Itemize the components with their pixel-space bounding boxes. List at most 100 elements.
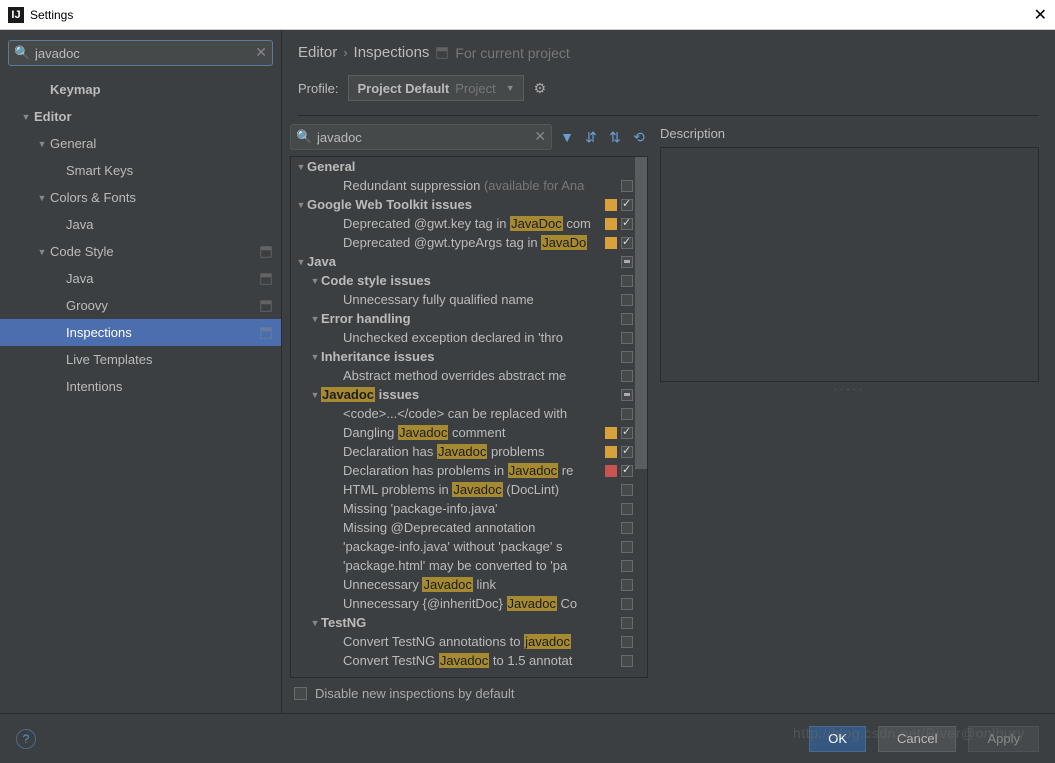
- inspection-row[interactable]: 'package.html' may be converted to 'pa: [291, 556, 647, 575]
- inspection-checkbox[interactable]: [621, 560, 633, 572]
- inspection-row[interactable]: ▼Inheritance issues: [291, 347, 647, 366]
- inspection-checkbox[interactable]: [621, 199, 633, 211]
- help-button[interactable]: ?: [16, 729, 36, 749]
- inspection-checkbox[interactable]: [621, 655, 633, 667]
- project-scope-icon: [259, 326, 273, 340]
- disable-new-label: Disable new inspections by default: [315, 686, 514, 701]
- scrollbar[interactable]: [635, 157, 647, 677]
- inspection-checkbox[interactable]: [621, 465, 633, 477]
- inspection-checkbox[interactable]: [621, 503, 633, 515]
- inspection-checkbox[interactable]: [621, 389, 633, 401]
- sidebar-item-colors-fonts[interactable]: ▼Colors & Fonts: [0, 184, 281, 211]
- description-panel: [660, 147, 1039, 382]
- sidebar-item-live-templates[interactable]: Live Templates: [0, 346, 281, 373]
- close-icon[interactable]: ✕: [1034, 5, 1047, 25]
- inspection-row[interactable]: Abstract method overrides abstract me: [291, 366, 647, 385]
- inspection-row[interactable]: Declaration has problems in Javadoc re: [291, 461, 647, 480]
- sidebar-item-editor[interactable]: ▼Editor: [0, 103, 281, 130]
- resize-grip[interactable]: ·····: [660, 382, 1039, 395]
- inspection-row[interactable]: ▼Error handling: [291, 309, 647, 328]
- inspection-checkbox[interactable]: [621, 522, 633, 534]
- inspection-checkbox[interactable]: [621, 484, 633, 496]
- sidebar-item-general[interactable]: ▼General: [0, 130, 281, 157]
- cancel-button[interactable]: Cancel: [878, 726, 956, 752]
- inspection-tree[interactable]: ▼GeneralRedundant suppression (available…: [290, 156, 648, 678]
- project-scope-icon: [259, 245, 273, 259]
- severity-indicator: [605, 446, 617, 458]
- inspection-checkbox[interactable]: [621, 579, 633, 591]
- inspection-checkbox[interactable]: [621, 408, 633, 420]
- inspection-row[interactable]: Dangling Javadoc comment: [291, 423, 647, 442]
- profile-label: Profile:: [298, 81, 338, 96]
- inspection-row[interactable]: Declaration has Javadoc problems: [291, 442, 647, 461]
- inspection-row[interactable]: Missing 'package-info.java': [291, 499, 647, 518]
- sidebar-item-keymap[interactable]: Keymap: [0, 76, 281, 103]
- inspection-checkbox[interactable]: [621, 617, 633, 629]
- clear-search-icon[interactable]: ✕: [255, 44, 267, 61]
- ok-button[interactable]: OK: [809, 726, 866, 752]
- inspection-checkbox[interactable]: [621, 351, 633, 363]
- severity-indicator: [605, 218, 617, 230]
- inspection-row[interactable]: <code>...</code> can be replaced with: [291, 404, 647, 423]
- inspection-row[interactable]: ▼Google Web Toolkit issues: [291, 195, 647, 214]
- inspection-row[interactable]: 'package-info.java' without 'package' s: [291, 537, 647, 556]
- inspection-row[interactable]: Deprecated @gwt.key tag in JavaDoc com: [291, 214, 647, 233]
- project-scope-icon: [435, 46, 449, 60]
- inspection-row[interactable]: Convert TestNG annotations to javadoc: [291, 632, 647, 651]
- chevron-down-icon: ▼: [506, 83, 515, 93]
- profile-combo[interactable]: Project Default Project ▼: [348, 75, 523, 101]
- sidebar-item-intentions[interactable]: Intentions: [0, 373, 281, 400]
- settings-sidebar: 🔍 ✕ Keymap▼Editor▼GeneralSmart Keys▼Colo…: [0, 30, 282, 713]
- sidebar-item-java[interactable]: Java: [0, 211, 281, 238]
- collapse-all-icon[interactable]: ⇅: [606, 128, 624, 146]
- inspection-row[interactable]: Unchecked exception declared in 'thro: [291, 328, 647, 347]
- inspection-checkbox[interactable]: [621, 275, 633, 287]
- inspection-checkbox[interactable]: [621, 598, 633, 610]
- settings-tree[interactable]: Keymap▼Editor▼GeneralSmart Keys▼Colors &…: [0, 76, 281, 713]
- inspection-checkbox[interactable]: [621, 446, 633, 458]
- breadcrumb-leaf: Inspections: [354, 44, 430, 61]
- sidebar-item-code-style[interactable]: ▼Code Style: [0, 238, 281, 265]
- gear-icon[interactable]: ⚙: [534, 80, 547, 97]
- inspection-checkbox[interactable]: [621, 237, 633, 249]
- inspection-row[interactable]: Unnecessary Javadoc link: [291, 575, 647, 594]
- inspection-checkbox[interactable]: [621, 218, 633, 230]
- inspection-checkbox[interactable]: [621, 370, 633, 382]
- inspection-checkbox[interactable]: [621, 313, 633, 325]
- inspection-row[interactable]: ▼Javadoc issues: [291, 385, 647, 404]
- clear-filter-icon[interactable]: ✕: [534, 128, 546, 145]
- inspection-row[interactable]: ▼TestNG: [291, 613, 647, 632]
- inspection-checkbox[interactable]: [621, 332, 633, 344]
- sidebar-item-inspections[interactable]: Inspections: [0, 319, 281, 346]
- sidebar-search-input[interactable]: [8, 40, 273, 66]
- apply-button[interactable]: Apply: [968, 726, 1039, 752]
- inspection-row[interactable]: Unnecessary {@inheritDoc} Javadoc Co: [291, 594, 647, 613]
- inspection-row[interactable]: Missing @Deprecated annotation: [291, 518, 647, 537]
- inspection-filter-input[interactable]: [290, 124, 552, 150]
- inspection-checkbox[interactable]: [621, 256, 633, 268]
- severity-indicator: [605, 465, 617, 477]
- inspection-row[interactable]: Convert TestNG Javadoc to 1.5 annotat: [291, 651, 647, 670]
- inspection-row[interactable]: ▼Code style issues: [291, 271, 647, 290]
- inspection-row[interactable]: ▼Java: [291, 252, 647, 271]
- inspection-row[interactable]: Redundant suppression (available for Ana: [291, 176, 647, 195]
- inspection-checkbox[interactable]: [621, 636, 633, 648]
- search-icon: 🔍: [14, 45, 30, 61]
- sidebar-item-smart-keys[interactable]: Smart Keys: [0, 157, 281, 184]
- breadcrumb-scope: For current project: [455, 45, 569, 61]
- sidebar-item-java[interactable]: Java: [0, 265, 281, 292]
- inspection-row[interactable]: ▼General: [291, 157, 647, 176]
- expand-all-icon[interactable]: ⇵: [582, 128, 600, 146]
- disable-new-checkbox[interactable]: [294, 687, 307, 700]
- inspection-checkbox[interactable]: [621, 180, 633, 192]
- inspection-checkbox[interactable]: [621, 427, 633, 439]
- inspection-row[interactable]: Deprecated @gwt.typeArgs tag in JavaDo: [291, 233, 647, 252]
- project-scope-icon: [259, 272, 273, 286]
- sidebar-item-groovy[interactable]: Groovy: [0, 292, 281, 319]
- inspection-row[interactable]: Unnecessary fully qualified name: [291, 290, 647, 309]
- inspection-checkbox[interactable]: [621, 294, 633, 306]
- filter-icon[interactable]: ▼: [558, 128, 576, 146]
- inspection-row[interactable]: HTML problems in Javadoc (DocLint): [291, 480, 647, 499]
- inspection-checkbox[interactable]: [621, 541, 633, 553]
- reset-icon[interactable]: ⟲: [630, 128, 648, 146]
